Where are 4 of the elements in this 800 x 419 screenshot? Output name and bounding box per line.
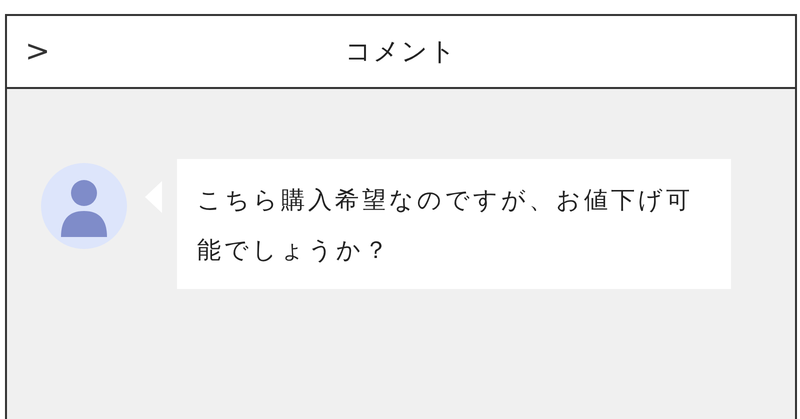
avatar-icon bbox=[41, 163, 127, 249]
comment-text: こちら購入希望なのですが、お値下げ可能でしょうか？ bbox=[197, 185, 694, 266]
back-button[interactable]: > bbox=[7, 34, 50, 69]
screen-title: コメント bbox=[345, 36, 457, 69]
